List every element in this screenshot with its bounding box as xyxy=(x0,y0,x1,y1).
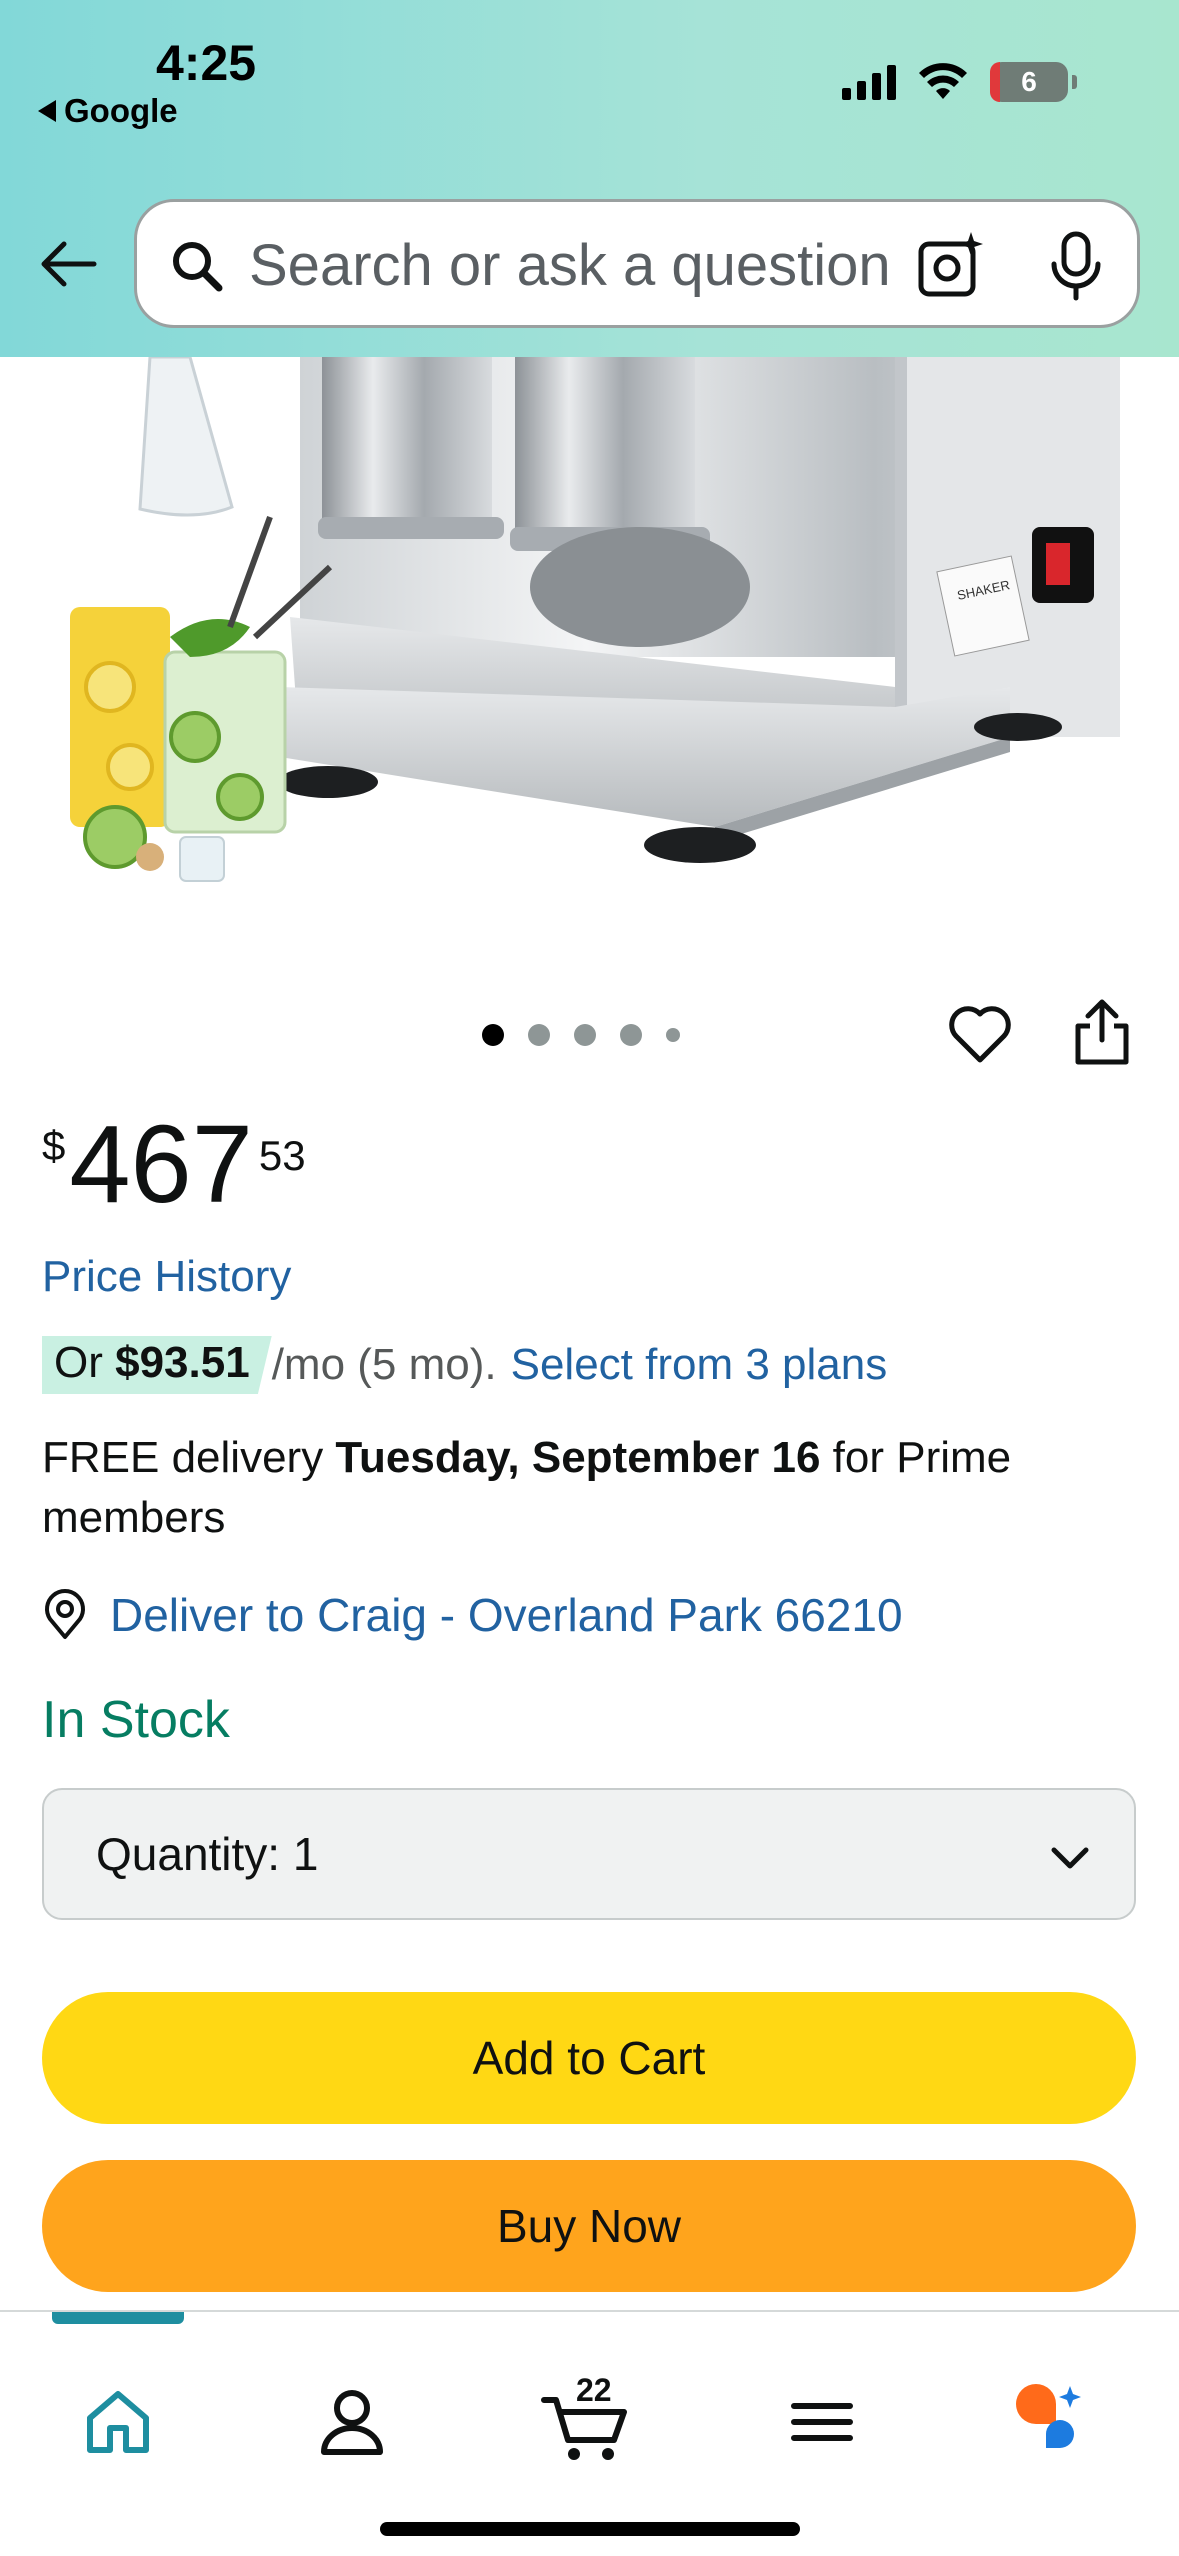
quantity-label: Quantity: xyxy=(96,1828,281,1880)
cellular-signal-icon xyxy=(842,64,896,100)
battery-icon: 6 xyxy=(990,62,1077,102)
bottom-navigation: 22 xyxy=(0,2310,1179,2556)
app-header: 4:25 Google 6 Search or ask a question xyxy=(0,0,1179,357)
battery-level: 6 xyxy=(1021,66,1037,97)
pagination-dot[interactable] xyxy=(666,1028,680,1042)
menu-icon[interactable] xyxy=(782,2382,862,2462)
buy-now-button[interactable]: Buy Now xyxy=(42,2160,1136,2292)
chevron-down-icon xyxy=(1051,1847,1089,1869)
cart-count-badge: 22 xyxy=(576,2372,612,2408)
installment-highlight: Or $93.51 xyxy=(42,1336,272,1394)
location-pin-icon xyxy=(45,1589,85,1639)
installment-offer: Or $93.51 /mo (5 mo). Select from 3 plan… xyxy=(42,1336,887,1394)
home-indicator xyxy=(380,2522,800,2536)
installment-amount: $93.51 xyxy=(115,1338,250,1387)
status-time: 4:25 xyxy=(156,35,257,91)
price-fraction: 53 xyxy=(258,1132,306,1179)
search-input[interactable]: Search or ask a question xyxy=(249,232,949,299)
status-icons: 6 xyxy=(842,62,1077,102)
pagination-dot[interactable] xyxy=(528,1024,550,1046)
image-pagination-dots[interactable] xyxy=(482,1024,680,1046)
stock-status: In Stock xyxy=(42,1691,230,1749)
pagination-dot[interactable] xyxy=(482,1024,504,1046)
account-icon[interactable] xyxy=(312,2382,392,2462)
installment-prefix: Or xyxy=(54,1338,116,1387)
price-whole: 467 xyxy=(69,1103,253,1226)
select-plans-link[interactable]: Select from 3 plans xyxy=(511,1340,888,1390)
delivery-prefix: FREE delivery xyxy=(42,1433,336,1482)
pagination-dot[interactable] xyxy=(620,1024,642,1046)
camera-lens-icon[interactable] xyxy=(915,228,989,302)
price-history-link[interactable]: Price History xyxy=(42,1252,291,1302)
share-icon[interactable] xyxy=(1070,996,1134,1068)
back-to-app-link[interactable]: Google xyxy=(38,92,178,130)
back-triangle-icon xyxy=(38,100,56,122)
installment-terms: /mo (5 mo). xyxy=(271,1340,497,1389)
heart-icon[interactable] xyxy=(946,1000,1014,1068)
rufus-icon[interactable] xyxy=(1010,2382,1090,2462)
back-arrow-icon[interactable] xyxy=(36,232,100,296)
quantity-dropdown[interactable]: Quantity: 1 xyxy=(42,1788,1136,1920)
price-currency-symbol: $ xyxy=(42,1122,66,1169)
product-image[interactable]: SHAKER xyxy=(0,357,1179,917)
deliver-to-text[interactable]: Deliver to Craig - Overland Park 66210 xyxy=(110,1588,903,1642)
cart-button[interactable]: 22 xyxy=(540,2372,640,2462)
search-bar[interactable]: Search or ask a question xyxy=(134,199,1140,328)
quantity-value: 1 xyxy=(292,1828,319,1880)
home-icon[interactable] xyxy=(78,2382,158,2462)
active-tab-indicator xyxy=(52,2312,184,2324)
product-price: $ 467 53 xyxy=(42,1110,306,1220)
wifi-icon xyxy=(919,63,967,99)
milkshake-machine-illustration: SHAKER xyxy=(70,357,1120,882)
pagination-dot[interactable] xyxy=(574,1024,596,1046)
back-app-label: Google xyxy=(64,92,178,129)
search-icon xyxy=(173,242,223,292)
microphone-icon[interactable] xyxy=(1043,230,1109,302)
delivery-date: Tuesday, September 16 xyxy=(335,1433,821,1482)
deliver-to-location[interactable]: Deliver to Craig - Overland Park 66210 xyxy=(42,1588,903,1642)
delivery-info: FREE delivery Tuesday, September 16 for … xyxy=(42,1428,1142,1548)
add-to-cart-button[interactable]: Add to Cart xyxy=(42,1992,1136,2124)
